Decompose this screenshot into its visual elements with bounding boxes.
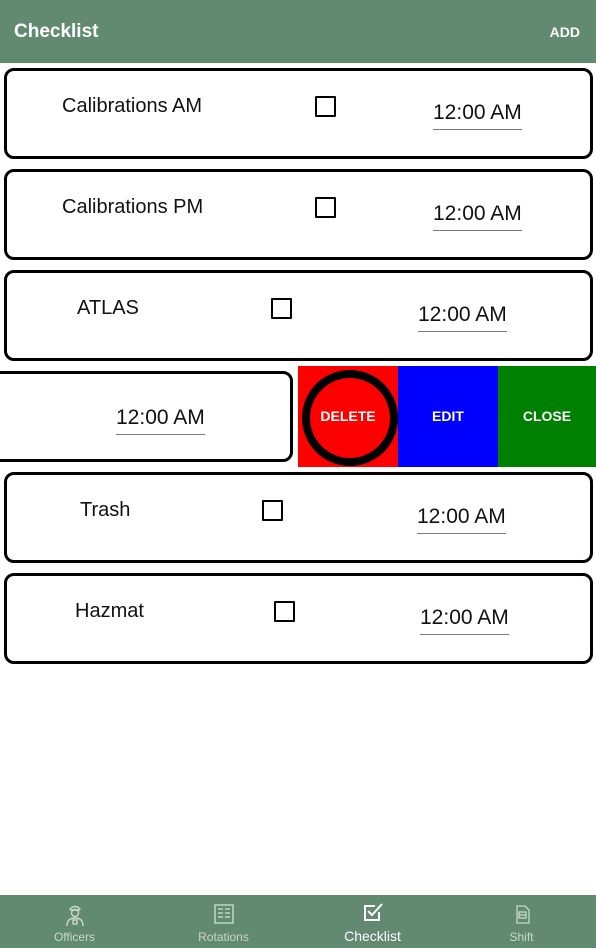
item-checkbox[interactable] [262, 500, 283, 521]
item-time[interactable]: 12:00 AM [417, 505, 506, 534]
nav-label: Officers [53, 930, 96, 944]
checklist-icon [362, 901, 384, 928]
bottom-navigation: Officers Rotations Checklist Shift [0, 895, 596, 948]
item-label: ATLAS [77, 297, 139, 319]
edit-button[interactable]: EDIT [398, 366, 498, 467]
item-checkbox[interactable] [274, 601, 295, 622]
checklist-item: Calibrations AM 12:00 AM [4, 68, 593, 159]
item-label: Hazmat [75, 600, 144, 622]
nav-label: Rotations [198, 930, 249, 944]
item-time[interactable]: 12:00 AM [420, 606, 509, 635]
item-time[interactable]: 12:00 AM [116, 406, 205, 435]
item-checkbox[interactable] [315, 197, 336, 218]
item-time[interactable]: 12:00 AM [418, 303, 507, 332]
nav-item-shift[interactable]: Shift [447, 895, 596, 948]
item-label: Calibrations PM [62, 196, 204, 218]
checklist-item: Calibrations PM 12:00 AM [4, 169, 593, 260]
rotations-icon [213, 903, 235, 930]
nav-item-rotations[interactable]: Rotations [149, 895, 298, 948]
nav-item-checklist[interactable]: Checklist [298, 895, 447, 948]
add-button[interactable]: ADD [550, 24, 580, 40]
nav-item-officers[interactable]: Officers [0, 895, 149, 948]
item-label: Calibrations AM [62, 95, 203, 117]
checklist-item-swiped[interactable]: 12:00 AM [0, 371, 293, 462]
checklist-item: Trash 12:00 AM [4, 472, 593, 563]
nav-label: Shift [509, 930, 534, 944]
nav-label: Checklist [344, 928, 401, 944]
checklist-item: Hazmat 12:00 AM [4, 573, 593, 664]
page-title: Checklist [14, 21, 99, 42]
officer-icon [64, 903, 86, 932]
item-checkbox[interactable] [315, 96, 336, 117]
app-header: Checklist ADD [0, 0, 596, 63]
item-checkbox[interactable] [271, 298, 292, 319]
shift-icon [511, 903, 533, 930]
item-time[interactable]: 12:00 AM [433, 202, 522, 231]
item-label: Trash [80, 499, 131, 521]
close-button[interactable]: CLOSE [498, 366, 596, 467]
checklist-item: ATLAS 12:00 AM [4, 270, 593, 361]
item-time[interactable]: 12:00 AM [433, 101, 522, 130]
